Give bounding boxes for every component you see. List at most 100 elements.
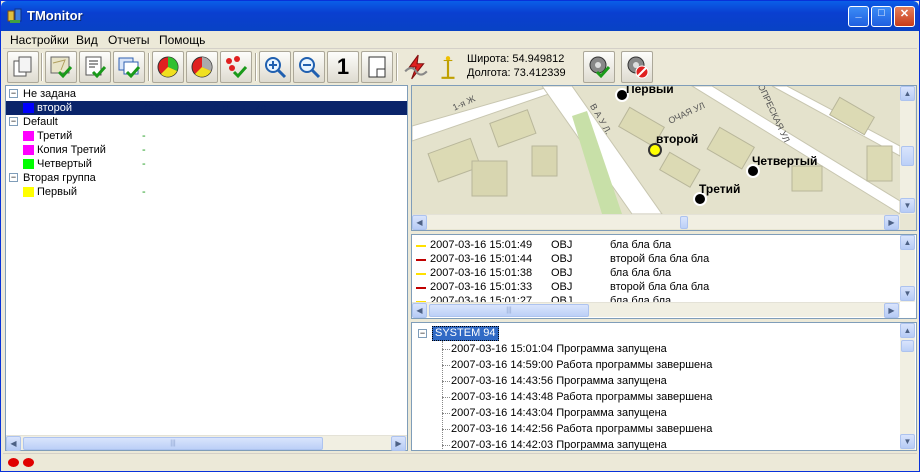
connect-check-icon	[589, 56, 611, 79]
collapse-toggle[interactable]: −	[9, 89, 18, 98]
scroll-left-button[interactable]: ◀	[412, 215, 427, 230]
event-row[interactable]: 2007-03-16 15:01:38 OBJ бла бла бла	[414, 266, 894, 280]
tree-item-selected[interactable]: второй Координаты не менялись	[6, 101, 407, 115]
scroll-thumb[interactable]	[680, 216, 688, 229]
event-text: второй бла бла бла	[610, 253, 710, 265]
object-tree[interactable]: − Не задана второй Координаты не менялис…	[5, 85, 408, 451]
log-time: 2007-03-16 14:43:56	[451, 375, 554, 387]
log-text: Программа запущена	[556, 439, 667, 451]
log-text: Программа запущена	[556, 407, 667, 419]
system-log-tree[interactable]: − SYSTEM 94 2007-03-16 15:01:04 Программ…	[411, 322, 917, 451]
collapse-toggle[interactable]: −	[9, 117, 18, 126]
collapse-toggle[interactable]: −	[418, 329, 427, 338]
tree-item[interactable]: Копия Третий -	[6, 143, 407, 157]
horizontal-scrollbar[interactable]: ◀ ▶	[412, 214, 900, 230]
map-view[interactable]: 1-я Ж ОЧАЯ УЛ ОПРЕСКАЯ УЛ В А У Л. Первы…	[411, 85, 917, 231]
scroll-down-button[interactable]: ▼	[900, 434, 915, 449]
antenna-icon	[441, 56, 455, 79]
menu-view[interactable]: Вид	[76, 33, 98, 47]
scroll-down-button[interactable]: ▼	[900, 286, 915, 301]
page-button[interactable]	[361, 51, 393, 83]
copy-button[interactable]	[7, 51, 39, 83]
connect-stop-button[interactable]	[621, 51, 653, 83]
system-log-row[interactable]: 2007-03-16 14:42:56 Работа программы зав…	[442, 421, 712, 437]
scroll-right-button[interactable]: ▶	[884, 303, 899, 318]
scroll-right-button[interactable]: ▶	[391, 436, 406, 451]
system-log-row[interactable]: 2007-03-16 15:01:04 Программа запущена	[442, 341, 667, 357]
scroll-thumb[interactable]: |||	[429, 304, 589, 317]
tree-item[interactable]: Первый -	[6, 185, 407, 199]
event-row[interactable]: 2007-03-16 15:01:33 OBJ второй бла бла б…	[414, 280, 894, 294]
scroll-up-button[interactable]: ▲	[900, 86, 915, 101]
scroll-down-button[interactable]: ▼	[900, 198, 915, 213]
vertical-scrollbar[interactable]: ▲ ▼	[900, 235, 915, 302]
antenna-button[interactable]	[432, 51, 464, 83]
events-list[interactable]: 2007-03-16 15:01:49 OBJ бла бла бла 2007…	[411, 234, 917, 319]
zoom-one-button[interactable]: 1	[327, 51, 359, 83]
tree-group[interactable]: − Default	[6, 115, 407, 129]
menu-bar: Настройки Вид Отчеты Помощь	[3, 31, 917, 49]
tree-item[interactable]: Третий -	[6, 129, 407, 143]
menu-reports[interactable]: Отчеты	[108, 33, 149, 47]
system-log-row[interactable]: 2007-03-16 14:59:00 Работа программы зав…	[442, 357, 712, 373]
event-time: 2007-03-16 15:01:33	[430, 281, 533, 293]
pie-chart-button[interactable]	[152, 51, 184, 83]
scroll-thumb[interactable]	[901, 146, 914, 166]
system-log-row[interactable]: 2007-03-16 14:42:03 Программа запущена	[442, 437, 667, 451]
system-log-row[interactable]: 2007-03-16 14:43:56 Программа запущена	[442, 373, 667, 389]
color-swatch	[23, 103, 34, 113]
marker-label: второй	[656, 132, 699, 146]
scroll-left-button[interactable]: ◀	[6, 436, 21, 451]
scroll-thumb[interactable]: |||	[23, 437, 323, 450]
scroll-up-button[interactable]: ▲	[900, 235, 915, 250]
pie-chart-gray-button[interactable]	[186, 51, 218, 83]
log-text: Программа запущена	[556, 375, 667, 387]
minimize-button[interactable]: _	[848, 6, 869, 27]
zoom-in-icon	[265, 57, 287, 79]
event-row[interactable]: 2007-03-16 15:01:44 OBJ второй бла бла б…	[414, 252, 894, 266]
horizontal-scrollbar[interactable]: ◀ ||| ▶	[412, 302, 900, 318]
tree-item-status: -	[142, 130, 146, 142]
window-check-button[interactable]	[113, 51, 145, 83]
scroll-left-button[interactable]: ◀	[412, 303, 427, 318]
scroll-thumb[interactable]	[901, 340, 914, 352]
tree-group[interactable]: − Не задана	[6, 87, 407, 101]
points-check-button[interactable]	[220, 51, 252, 83]
event-row[interactable]: 2007-03-16 15:01:27 OBJ бла бла бла	[414, 294, 894, 302]
maximize-button[interactable]: □	[871, 6, 892, 27]
scroll-up-button[interactable]: ▲	[900, 323, 915, 338]
tree-item-label: Четвертый	[37, 158, 92, 170]
color-swatch	[23, 159, 34, 169]
color-swatch	[23, 145, 34, 155]
tree-item-status: -	[142, 158, 146, 170]
vertical-scrollbar[interactable]: ▲ ▼	[900, 323, 915, 450]
pie-chart-icon	[157, 56, 179, 78]
status-bar	[3, 453, 917, 471]
vertical-scrollbar[interactable]: ▲ ▼	[900, 86, 915, 214]
tree-item[interactable]: Четвертый -	[6, 157, 407, 171]
horizontal-scrollbar[interactable]: ◀ ||| ▶	[6, 435, 407, 451]
system-log-row[interactable]: 2007-03-16 14:43:04 Программа запущена	[442, 405, 667, 421]
map-check-icon	[50, 56, 73, 79]
connect-check-button[interactable]	[583, 51, 615, 83]
report-check-button[interactable]	[79, 51, 111, 83]
close-button[interactable]: ✕	[894, 6, 915, 27]
log-time: 2007-03-16 14:42:03	[451, 439, 554, 451]
log-text: Работа программы завершена	[556, 423, 713, 435]
map-check-button[interactable]	[45, 51, 77, 83]
collapse-toggle[interactable]: −	[9, 173, 18, 182]
disconnect-button[interactable]	[400, 51, 432, 83]
scroll-right-button[interactable]: ▶	[884, 215, 899, 230]
status-indicator-icon	[23, 458, 34, 467]
title-bar[interactable]: TMonitor _ □ ✕	[1, 1, 919, 31]
system-log-row[interactable]: 2007-03-16 14:43:48 Работа программы зав…	[442, 389, 712, 405]
event-row[interactable]: 2007-03-16 15:01:49 OBJ бла бла бла	[414, 238, 894, 252]
zoom-out-button[interactable]	[293, 51, 325, 83]
event-text: бла бла бла	[610, 239, 672, 251]
tree-group[interactable]: − Вторая группа	[6, 171, 407, 185]
menu-settings[interactable]: Настройки	[10, 33, 69, 47]
tree-item-label: Копия Третий	[37, 144, 106, 156]
system-root-label[interactable]: SYSTEM 94	[432, 326, 499, 341]
zoom-in-button[interactable]	[259, 51, 291, 83]
menu-help[interactable]: Помощь	[159, 33, 205, 47]
